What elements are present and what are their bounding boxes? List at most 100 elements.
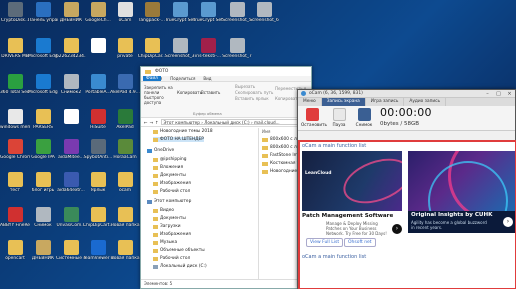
ad-banner-left[interactable]: LeanCloud — [302, 151, 402, 211]
maximize-icon[interactable]: □ — [493, 91, 504, 97]
desktop-icon[interactable]: Снимок2 — [56, 72, 86, 105]
tab-view[interactable]: Вид — [203, 76, 211, 81]
ad-right-text-block[interactable]: Original Insights by CUHK Agility has be… — [408, 211, 515, 233]
desktop-icon[interactable]: langpack-... — [137, 0, 167, 33]
pause-button[interactable]: Пауза — [328, 108, 350, 127]
back-arrow-icon[interactable]: ← — [144, 120, 148, 125]
desktop-icon[interactable]: Ярлык — [83, 170, 113, 203]
ocam-title-bar[interactable]: oCam (6, 36, 1599, 831) – □ × — [298, 90, 515, 98]
desktop-icon[interactable]: ChipDipCar... — [137, 36, 167, 69]
close-icon[interactable]: × — [504, 91, 515, 97]
nav-item[interactable]: Рабочий стол — [153, 189, 190, 194]
address-path[interactable]: Этот компьютер › Локальный диск (C:) › m… — [160, 119, 309, 125]
nav-item[interactable]: OneDrive — [147, 148, 174, 153]
desktop-icon[interactable]: iris-teksti-... — [193, 36, 223, 69]
ad-left-title[interactable]: Patch Management Software — [302, 213, 393, 219]
desktop-icon[interactable]: Новая папка — [110, 238, 140, 271]
nav-item[interactable]: Музыка — [153, 240, 177, 245]
desktop-icon[interactable]: Новая папка — [110, 205, 140, 238]
minimize-icon[interactable]: – — [482, 91, 493, 97]
desktop-icon[interactable]: TeamViewer 13 — [83, 238, 113, 271]
ohsoft-link[interactable]: Ohsoft net — [344, 238, 376, 247]
tab-file[interactable]: Файл — [143, 76, 161, 81]
desktop-icon[interactable]: GoogleCh... — [83, 0, 113, 33]
desktop-icon[interactable] — [83, 36, 113, 69]
nav-item[interactable]: Локальный диск (C:) — [153, 264, 207, 269]
view-full-list-link[interactable]: View Full List — [306, 238, 344, 247]
desktop-icon[interactable]: 6226234234... — [56, 36, 86, 69]
desktop-icon[interactable]: 360 Total Security — [0, 72, 30, 105]
recording-region[interactable]: oCam a main function list LeanCloud Patc… — [298, 140, 516, 289]
desktop-icon[interactable]: HiSuite — [83, 107, 113, 140]
desktop-icon[interactable]: блог игрь — [28, 170, 58, 203]
cut-button[interactable]: Вырезать — [235, 84, 255, 89]
desktop-icon[interactable]: Снимок — [28, 205, 58, 238]
desktop-icon[interactable]: TrueCrypt Setup 7.1a — [165, 0, 195, 33]
nav-item[interactable]: Документы — [153, 173, 186, 178]
tab-menu[interactable]: Меню — [298, 98, 322, 106]
desktop-icon[interactable]: Screenshot_7 — [222, 36, 252, 69]
desktop-icon[interactable]: ocam — [110, 170, 140, 203]
desktop-icon[interactable]: тест — [0, 170, 30, 203]
nav-item[interactable]: Документы — [153, 216, 186, 221]
desktop-icon[interactable]: Microsoft Edge — [28, 36, 58, 69]
desktop-icon[interactable]: Google Chrome — [0, 137, 30, 170]
nav-item[interactable]: Объемные объекты — [153, 248, 205, 253]
desktop-icon[interactable]: oCam — [110, 0, 140, 33]
desktop-icon[interactable]: aida64extr... — [56, 170, 86, 203]
desktop-icon[interactable]: aidaMitee... — [56, 137, 86, 170]
explorer-title-bar[interactable]: ФОТО — [141, 67, 311, 76]
desktop-icon[interactable]: Screenshot_3 (1) — [165, 36, 195, 69]
nav-item[interactable]: ФОТО НА ШТЕНДЕР — [153, 137, 204, 142]
desktop-icon[interactable]: ДНЕВНИК — [28, 238, 58, 271]
desktop-icon[interactable]: PortableA... — [83, 72, 113, 105]
desktop-icon[interactable]: Панель управлен... — [28, 0, 58, 33]
desktop-icon[interactable]: UnvasiCom... — [56, 205, 86, 238]
desktop-icon[interactable]: ABBYY FineReade... — [0, 205, 30, 238]
desktop-icon[interactable]: AkelPad 4.9... — [110, 72, 140, 105]
nav-item[interactable]: Изображения — [153, 232, 191, 237]
stop-button[interactable]: Остановить — [301, 108, 327, 127]
desktop-icon[interactable]: ChipDipCart... — [83, 205, 113, 238]
nav-item[interactable]: Видео — [153, 208, 174, 213]
desktop-icon[interactable]: SpybotAnti... — [83, 137, 113, 170]
desktop-icon[interactable]: opencart — [0, 238, 30, 271]
desktop-icon[interactable]: Screenshot_6 — [249, 0, 279, 33]
desktop-icon[interactable]: ДНЕВНИК — [56, 0, 86, 33]
paste-shortcut-button[interactable]: Вставить ярлык — [235, 96, 269, 101]
snapshot-button[interactable]: Снимок — [353, 108, 375, 127]
paste-button[interactable]: Вставить — [201, 90, 220, 95]
nav-item[interactable]: Изображения — [153, 181, 191, 186]
desktop-icon[interactable]: HoraaCam — [110, 137, 140, 170]
up-arrow-icon[interactable]: ↑ — [155, 120, 159, 125]
tab-game-record[interactable]: Игра запись — [366, 98, 405, 106]
desktop-icon[interactable]: private — [110, 36, 140, 69]
tab-share[interactable]: Поделиться — [170, 76, 195, 81]
desktop-icon[interactable] — [56, 107, 86, 140]
nav-item[interactable]: Вложения — [153, 165, 183, 170]
nav-item[interactable]: Рабочий стол — [153, 256, 190, 261]
nav-item[interactable]: Этот компьютер — [147, 199, 191, 204]
nav-item[interactable]: @ipshipping — [153, 157, 186, 162]
desktop-icon[interactable]: Google IPA — [28, 137, 58, 170]
ad-banner-right[interactable] — [408, 151, 515, 211]
pin-quick-access-button[interactable]: Закрепить на панели быстрого доступа — [144, 85, 174, 105]
nav-item[interactable]: Новогодние темы 2018 — [153, 129, 213, 134]
ad-left-arrow-icon[interactable]: › — [392, 224, 402, 234]
desktop-icon[interactable]: TrueCrypt Setup 7.1a (2) — [193, 0, 223, 33]
desktop-icon[interactable]: Microsoft Edge — [28, 72, 58, 105]
desktop-icon[interactable]: Системные плата ЕС... — [56, 238, 86, 271]
desktop-icon[interactable]: windows mem test — [0, 107, 30, 140]
ad-right-arrow-icon[interactable]: › — [503, 217, 513, 227]
forward-arrow-icon[interactable]: → — [150, 120, 154, 125]
desktop-icon[interactable]: DRIVERS MB — [0, 36, 30, 69]
tab-screen-record[interactable]: Запись экрана — [321, 98, 366, 106]
copy-button[interactable]: Копировать — [177, 90, 202, 95]
desktop-icon[interactable]: PARSERS — [28, 107, 58, 140]
desktop-icon[interactable]: Screenshot_5 — [222, 0, 252, 33]
desktop-icon[interactable]: CryptoDisk... — [0, 0, 30, 33]
desktop-icon[interactable]: AkelPad — [110, 107, 140, 140]
copy-path-button[interactable]: Скопировать путь — [235, 90, 273, 95]
tab-audio-record[interactable]: Аудио запись — [404, 98, 447, 106]
nav-item[interactable]: Загрузки — [153, 224, 181, 229]
